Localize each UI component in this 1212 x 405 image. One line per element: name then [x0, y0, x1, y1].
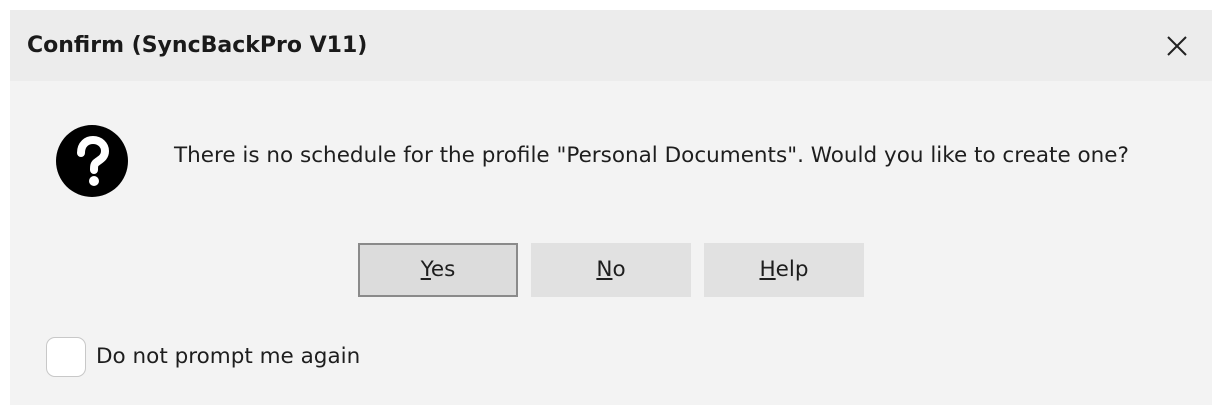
title-bar[interactable]: Confirm (SyncBackPro V11) [10, 10, 1212, 81]
help-button[interactable]: Help [704, 243, 864, 297]
question-icon [56, 125, 128, 197]
close-button[interactable] [1140, 10, 1212, 81]
no-button[interactable]: No [531, 243, 691, 297]
dialog-title: Confirm (SyncBackPro V11) [27, 33, 368, 58]
do-not-prompt-label[interactable]: Do not prompt me again [96, 342, 360, 372]
no-label-rest: o [612, 257, 626, 282]
yes-button[interactable]: Yes [358, 243, 518, 297]
yes-label-rest: es [430, 257, 456, 282]
yes-mnemonic: Y [420, 257, 431, 282]
do-not-prompt-checkbox[interactable] [46, 337, 86, 377]
close-icon [1167, 36, 1187, 56]
no-mnemonic: N [596, 257, 613, 282]
dialog-message: There is no schedule for the profile "Pe… [174, 143, 1129, 168]
help-label-rest: elp [775, 257, 809, 282]
dialog-body: There is no schedule for the profile "Pe… [10, 81, 1212, 405]
help-mnemonic: H [759, 257, 776, 282]
confirm-dialog: Confirm (SyncBackPro V11) There is no sc… [0, 0, 1212, 405]
